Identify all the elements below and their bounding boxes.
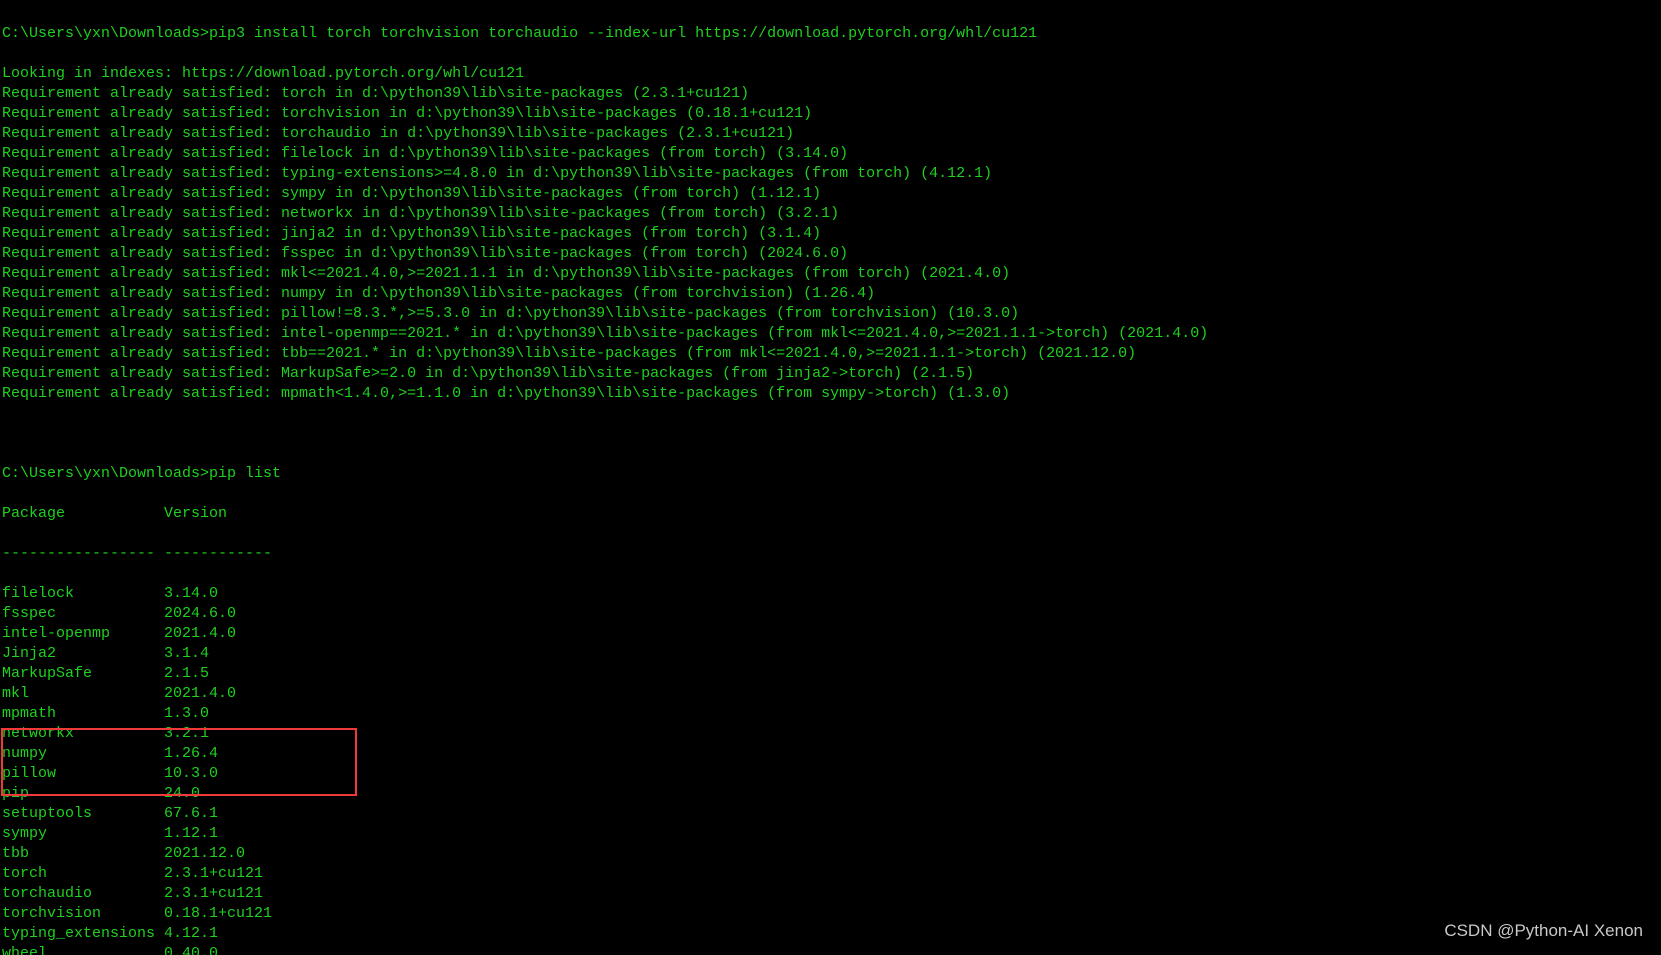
install-output-line: Requirement already satisfied: numpy in … [2,284,1661,304]
blank-line [2,424,1661,444]
prompt-path: C:\Users\yxn\Downloads> [2,25,209,42]
package-row: wheel 0.40.0 [2,944,1661,955]
package-row: typing_extensions 4.12.1 [2,924,1661,944]
package-row: mkl 2021.4.0 [2,684,1661,704]
package-row: sympy 1.12.1 [2,824,1661,844]
install-output-line: Requirement already satisfied: filelock … [2,144,1661,164]
pip-list-divider: ----------------- ------------ [2,544,1661,564]
prompt-path: C:\Users\yxn\Downloads> [2,465,209,482]
install-output-line: Requirement already satisfied: typing-ex… [2,164,1661,184]
command-text: pip3 install torch torchvision torchaudi… [209,25,1037,42]
package-row: mpmath 1.3.0 [2,704,1661,724]
install-output-line: Requirement already satisfied: mkl<=2021… [2,264,1661,284]
pip-list-header: Package Version [2,504,1661,524]
install-output-line: Requirement already satisfied: intel-ope… [2,324,1661,344]
cmd-line-2: C:\Users\yxn\Downloads>pip list [2,464,1661,484]
package-row: filelock 3.14.0 [2,584,1661,604]
package-row: torchvision 0.18.1+cu121 [2,904,1661,924]
package-row: pip 24.0 [2,784,1661,804]
terminal-output[interactable]: C:\Users\yxn\Downloads>pip3 install torc… [0,0,1661,955]
install-output-line: Looking in indexes: https://download.pyt… [2,64,1661,84]
package-row: MarkupSafe 2.1.5 [2,664,1661,684]
package-row: tbb 2021.12.0 [2,844,1661,864]
install-output-line: Requirement already satisfied: pillow!=8… [2,304,1661,324]
package-row: Jinja2 3.1.4 [2,644,1661,664]
install-output-line: Requirement already satisfied: tbb==2021… [2,344,1661,364]
install-output-line: Requirement already satisfied: sympy in … [2,184,1661,204]
watermark-text: CSDN @Python-AI Xenon [1444,921,1643,941]
package-row: pillow 10.3.0 [2,764,1661,784]
package-row: intel-openmp 2021.4.0 [2,624,1661,644]
cmd-line-1: C:\Users\yxn\Downloads>pip3 install torc… [2,24,1661,44]
install-output-line: Requirement already satisfied: jinja2 in… [2,224,1661,244]
package-row: torch 2.3.1+cu121 [2,864,1661,884]
package-row: torchaudio 2.3.1+cu121 [2,884,1661,904]
install-output-line: Requirement already satisfied: MarkupSaf… [2,364,1661,384]
install-output-line: Requirement already satisfied: torchvisi… [2,104,1661,124]
package-row: numpy 1.26.4 [2,744,1661,764]
install-output-line: Requirement already satisfied: mpmath<1.… [2,384,1661,404]
package-row: fsspec 2024.6.0 [2,604,1661,624]
install-output-line: Requirement already satisfied: networkx … [2,204,1661,224]
package-row: setuptools 67.6.1 [2,804,1661,824]
install-output-line: Requirement already satisfied: fsspec in… [2,244,1661,264]
install-output-line: Requirement already satisfied: torchaudi… [2,124,1661,144]
install-output-line: Requirement already satisfied: torch in … [2,84,1661,104]
command-text: pip list [209,465,281,482]
package-row: networkx 3.2.1 [2,724,1661,744]
